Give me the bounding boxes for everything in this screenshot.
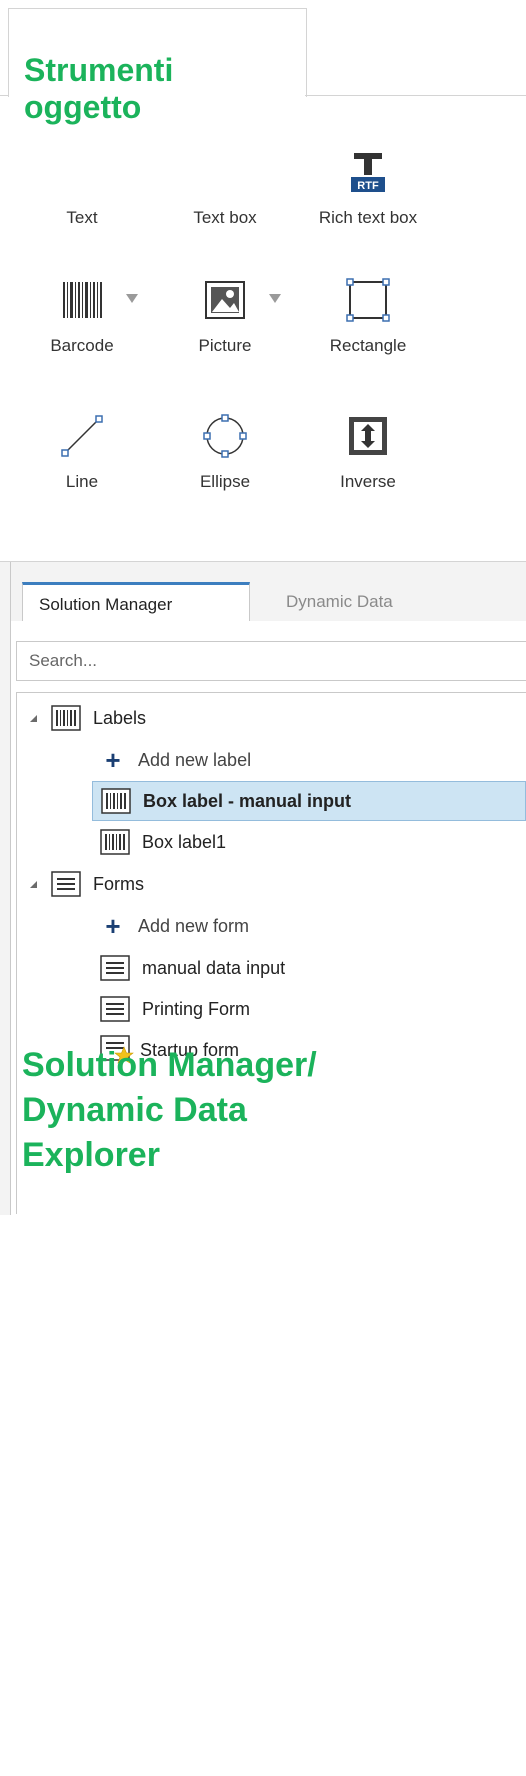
rectangle-tool[interactable]: Rectangle — [308, 276, 428, 356]
tool-label: Text — [66, 208, 98, 227]
svg-text:RTF: RTF — [357, 180, 379, 192]
tree-item-label: Add new form — [138, 915, 250, 936]
tool-label: Text box — [193, 208, 257, 227]
barcode-icon — [22, 276, 142, 324]
rich-text-box-icon: RTF — [308, 148, 428, 196]
tool-label: Ellipse — [199, 472, 251, 491]
form-icon — [100, 996, 130, 1022]
inverse-tool[interactable]: Inverse — [308, 412, 428, 492]
ellipse-tool[interactable]: Ellipse — [165, 412, 285, 492]
add-new-label-button[interactable]: + Add new label — [100, 740, 251, 780]
text-tool[interactable]: Text — [22, 148, 142, 228]
barcode-icon — [100, 829, 130, 855]
plus-icon: + — [105, 745, 121, 775]
tool-label: Inverse — [340, 472, 396, 491]
tree-item-label: Labels — [93, 707, 147, 728]
tree-item-label: manual data input — [142, 957, 286, 978]
line-icon — [22, 412, 142, 460]
barcode-icon — [51, 705, 81, 731]
tool-label: Rich text box — [318, 208, 418, 227]
chevron-down-icon[interactable] — [269, 294, 281, 303]
tab-solution-manager[interactable]: Solution Manager — [22, 582, 250, 622]
tree-item-label: Box label - manual input — [143, 790, 352, 811]
tool-label: Barcode — [50, 336, 114, 355]
search-input[interactable] — [16, 641, 526, 681]
text-box-tool[interactable]: Text box — [165, 148, 285, 228]
tree-item-label: Add new label — [138, 749, 252, 770]
expander-icon[interactable] — [30, 714, 37, 722]
tree-item-box-label-manual-input[interactable]: Box label - manual input — [92, 781, 526, 821]
divider — [305, 95, 526, 96]
plus-icon: + — [105, 911, 121, 941]
text-tool-icon — [22, 148, 142, 196]
tree-group-labels[interactable]: Labels — [30, 698, 146, 738]
tree-group-forms[interactable]: Forms — [30, 864, 144, 904]
add-new-form-button[interactable]: + Add new form — [100, 906, 249, 946]
rectangle-icon — [308, 276, 428, 324]
tree-item-label: Printing Form — [142, 998, 251, 1019]
tool-label: Picture — [198, 336, 252, 355]
expander-icon[interactable] — [30, 880, 37, 888]
toolbox-title-overlay: Strumenti oggetto — [24, 52, 174, 126]
form-icon — [51, 871, 81, 897]
picture-icon — [165, 276, 285, 324]
divider — [0, 95, 8, 96]
rich-text-box-tool[interactable]: RTF Rich text box — [308, 148, 428, 228]
tree-item-label: Forms — [93, 873, 144, 894]
tree-item-label: Box label1 — [142, 831, 227, 852]
tree-item-manual-data-input[interactable]: manual data input — [100, 948, 285, 988]
text-box-icon — [165, 148, 285, 196]
inverse-icon — [308, 412, 428, 460]
tool-label: Rectangle — [329, 336, 407, 355]
solution-manager-title-overlay: Solution Manager/ Dynamic Data Explorer — [22, 1046, 317, 1175]
tree-item-printing-form[interactable]: Printing Form — [100, 989, 250, 1029]
chevron-down-icon[interactable] — [126, 294, 138, 303]
barcode-icon — [101, 788, 131, 814]
line-tool[interactable]: Line — [22, 412, 142, 492]
ellipse-icon — [165, 412, 285, 460]
picture-tool[interactable]: Picture — [165, 276, 285, 356]
tree-item-box-label1[interactable]: Box label1 — [100, 822, 226, 862]
form-icon — [100, 955, 130, 981]
barcode-tool[interactable]: Barcode — [22, 276, 142, 356]
tab-dynamic-data[interactable]: Dynamic Data — [270, 582, 470, 622]
tool-label: Line — [65, 472, 99, 491]
